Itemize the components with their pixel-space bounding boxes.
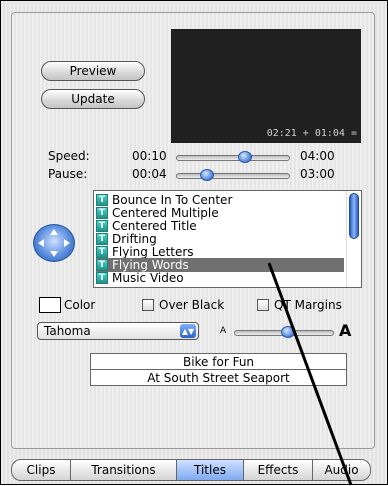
list-item[interactable]: T Bounce In To Center <box>96 193 344 207</box>
speed-max-label: 04:00 <box>300 149 335 163</box>
preview-button[interactable]: Preview <box>41 61 145 81</box>
list-item-label: Flying Words <box>112 258 189 272</box>
title-t-icon: T <box>96 272 108 284</box>
tab-audio[interactable]: Audio <box>312 459 371 481</box>
tab-clips[interactable]: Clips <box>11 459 71 481</box>
list-item[interactable]: T Drifting <box>96 232 344 246</box>
title-t-icon: T <box>96 220 108 232</box>
color-swatch-button[interactable] <box>39 297 61 313</box>
title-t-icon: T <box>96 207 108 219</box>
scrollbar-thumb[interactable] <box>349 193 359 239</box>
pause-min-label: 00:04 <box>132 167 167 181</box>
pause-slider-track[interactable] <box>176 173 290 179</box>
color-label: Color <box>64 298 96 312</box>
direction-pad[interactable] <box>33 224 75 262</box>
title-t-icon: T <box>96 246 108 258</box>
speed-min-label: 00:10 <box>132 149 167 163</box>
list-item-label: Centered Title <box>112 219 197 233</box>
speed-label: Speed: <box>48 149 90 163</box>
title-text-line-2[interactable]: At South Street Seaport <box>90 369 347 386</box>
chevron-updown-icon: ▲▼ <box>180 324 196 338</box>
tab-effects[interactable]: Effects <box>243 459 313 481</box>
title-t-icon: T <box>96 194 108 206</box>
title-text-line-1[interactable]: Bike for Fun <box>90 353 347 370</box>
list-item[interactable]: T Centered Title <box>96 219 344 233</box>
direction-arrows-icon <box>38 229 70 257</box>
list-item[interactable]: T Centered Multiple <box>96 206 344 220</box>
qt-margins-label: QT Margins <box>274 298 342 312</box>
preview-monitor: 02:21 + 01:04 = <box>171 29 361 143</box>
title-t-icon: T <box>96 259 108 271</box>
titles-list-scrollbar[interactable] <box>346 191 361 287</box>
tab-titles[interactable]: Titles <box>176 459 244 481</box>
list-item-label: Drifting <box>112 232 157 246</box>
list-item-label: Centered Multiple <box>112 206 219 220</box>
list-item[interactable]: T Flying Words <box>96 258 344 272</box>
qt-margins-checkbox[interactable] <box>257 299 269 311</box>
titles-panel: Preview Update 02:21 + 01:04 = Speed: 00… <box>0 0 388 486</box>
title-t-icon: T <box>96 233 108 245</box>
titles-list[interactable]: T Bounce In To Center T Centered Multiple T C… <box>93 190 362 288</box>
list-item-label: Bounce In To Center <box>112 193 233 207</box>
list-item-label: Flying Letters <box>112 245 194 259</box>
list-item-label: Music Video <box>112 271 184 285</box>
font-select-value: Tahoma <box>44 324 91 338</box>
font-size-large-icon: A <box>339 321 352 340</box>
over-black-label: Over Black <box>159 298 225 312</box>
pane-tabs: Clips Transitions Titles Effects Audio <box>11 459 371 481</box>
tab-transitions[interactable]: Transitions <box>70 459 177 481</box>
font-size-small-icon: A <box>220 326 227 336</box>
font-size-slider-knob[interactable] <box>280 326 295 338</box>
pause-label: Pause: <box>48 167 88 181</box>
update-button[interactable]: Update <box>41 89 145 109</box>
over-black-checkbox[interactable] <box>142 299 154 311</box>
speed-slider-track[interactable] <box>176 155 290 161</box>
list-item[interactable]: T Flying Letters <box>96 245 344 259</box>
list-item[interactable]: T Music Video <box>96 271 344 285</box>
timecode-readout: 02:21 + 01:04 = <box>266 128 357 139</box>
font-select[interactable]: Tahoma ▲▼ <box>37 322 199 340</box>
pause-max-label: 03:00 <box>300 167 335 181</box>
